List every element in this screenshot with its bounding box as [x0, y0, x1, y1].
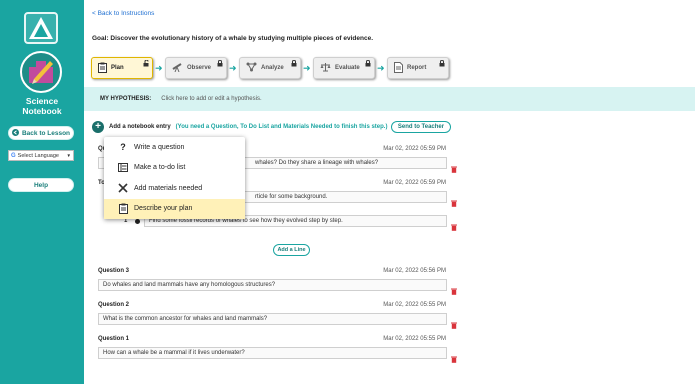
- menu-item-label: Make a to-do list: [134, 164, 186, 172]
- help-label: Help: [33, 181, 49, 189]
- scale-icon: [320, 62, 331, 74]
- step-observe[interactable]: Observe: [165, 57, 227, 79]
- add-line-button[interactable]: Add a Line: [273, 244, 310, 256]
- menu-item-materials[interactable]: Add materials needed: [104, 178, 245, 199]
- entry-title: Question 1: [98, 336, 130, 342]
- entry-date: Mar 02, 2022 05:59 PM: [383, 180, 446, 186]
- trash-icon[interactable]: [451, 350, 457, 363]
- main-panel: < Back to Instructions Goal: Discover th…: [84, 0, 695, 384]
- add-entry-row: + Add a notebook entry (You need a Quest…: [92, 121, 387, 133]
- help-button[interactable]: Help: [8, 178, 74, 192]
- menu-item-label: Add materials needed: [134, 184, 203, 192]
- trash-icon[interactable]: [451, 218, 457, 231]
- hypothesis-hint[interactable]: Click here to add or edit a hypothesis.: [161, 96, 261, 102]
- step-arrow-icon: ➜: [377, 63, 385, 73]
- trash-icon[interactable]: [451, 194, 457, 207]
- step-arrow-icon: ➜: [303, 63, 311, 73]
- entry-date: Mar 02, 2022 05:55 PM: [383, 336, 446, 342]
- google-g-icon: G: [11, 152, 16, 159]
- step-report-label: Report: [407, 65, 427, 71]
- menu-item-label: Write a question: [134, 143, 185, 151]
- add-entry-hint: (You need a Question, To Do List and Mat…: [175, 124, 388, 130]
- step-analyze-label: Analyze: [261, 65, 284, 71]
- app-title-line1: Science: [25, 96, 59, 106]
- network-icon: [246, 62, 257, 74]
- avatar: [20, 51, 62, 93]
- bullet-icon: [135, 219, 140, 224]
- step-arrow-icon: ➜: [155, 63, 163, 73]
- trash-icon[interactable]: [451, 282, 457, 295]
- question-field[interactable]: Do whales and land mammals have any homo…: [98, 279, 447, 291]
- app-title: Science Notebook: [0, 96, 84, 116]
- question-field[interactable]: What is the common ancestor for whales a…: [98, 313, 447, 325]
- telescope-icon: [172, 62, 183, 74]
- lock-icon: [365, 59, 371, 69]
- add-entry-button[interactable]: +: [92, 121, 104, 133]
- add-entry-label: Add a notebook entry: [109, 124, 171, 130]
- chevron-down-icon: ▼: [66, 153, 71, 158]
- lock-icon: [439, 59, 445, 69]
- question-text: whales? Do they share a lineage with wha…: [255, 160, 379, 166]
- app-title-line2: Notebook: [22, 106, 62, 116]
- sidebar: Science Notebook Back to Lesson G Select…: [0, 0, 84, 384]
- back-to-lesson-button[interactable]: Back to Lesson: [8, 126, 74, 140]
- goal-text: Goal: Discover the evolutionary history …: [92, 35, 374, 42]
- todo-line-text: rticle for some background.: [255, 194, 328, 200]
- document-icon: [394, 61, 403, 75]
- entry-date: Mar 02, 2022 05:59 PM: [383, 146, 446, 152]
- add-entry-menu: ? Write a question Make a to-do list Add…: [104, 137, 245, 219]
- clipboard-icon: [118, 203, 128, 215]
- back-to-instructions-link[interactable]: < Back to Instructions: [92, 10, 154, 17]
- list-icon: [118, 163, 128, 173]
- hypothesis-label: MY HYPOTHESIS:: [100, 96, 152, 102]
- language-select[interactable]: G Select Language ▼: [8, 150, 74, 161]
- hypothesis-bar[interactable]: MY HYPOTHESIS: Click here to add or edit…: [84, 87, 695, 111]
- step-navigation: Plan ➜ Observe ➜ Analyze ➜ Evaluate ➜ Re…: [84, 53, 695, 83]
- entry-title: Question 2: [98, 302, 130, 308]
- step-plan-label: Plan: [111, 65, 124, 71]
- entry-title: Question 3: [98, 268, 130, 274]
- plus-icon: +: [95, 121, 101, 132]
- trash-icon[interactable]: [451, 160, 457, 173]
- lock-icon: [291, 59, 297, 69]
- clipboard-icon: [98, 62, 107, 75]
- step-evaluate[interactable]: Evaluate: [313, 57, 375, 79]
- tools-icon: [118, 183, 128, 193]
- step-report[interactable]: Report: [387, 57, 449, 79]
- language-label: Select Language: [17, 152, 59, 159]
- step-plan[interactable]: Plan: [91, 57, 153, 79]
- entry-date: Mar 02, 2022 05:56 PM: [383, 268, 446, 274]
- send-to-teacher-button[interactable]: Send to Teacher: [391, 121, 451, 133]
- trash-icon[interactable]: [451, 316, 457, 329]
- step-evaluate-label: Evaluate: [335, 65, 360, 71]
- step-analyze[interactable]: Analyze: [239, 57, 301, 79]
- entry-date: Mar 02, 2022 05:55 PM: [383, 302, 446, 308]
- step-arrow-icon: ➜: [229, 63, 237, 73]
- step-observe-label: Observe: [187, 65, 212, 71]
- question-icon: ?: [120, 142, 126, 153]
- arrow-left-icon: [11, 128, 19, 138]
- menu-item-todo-list[interactable]: Make a to-do list: [104, 158, 245, 179]
- menu-item-label: Describe your plan: [134, 205, 193, 213]
- question-field[interactable]: How can a whale be a mammal if it lives …: [98, 347, 447, 359]
- menu-item-write-question[interactable]: ? Write a question: [104, 137, 245, 158]
- menu-item-describe-plan[interactable]: Describe your plan: [104, 198, 245, 219]
- unlocked-icon: [143, 59, 149, 69]
- lock-icon: [217, 59, 223, 69]
- back-to-lesson-label: Back to Lesson: [21, 129, 71, 137]
- app-logo[interactable]: [24, 12, 58, 44]
